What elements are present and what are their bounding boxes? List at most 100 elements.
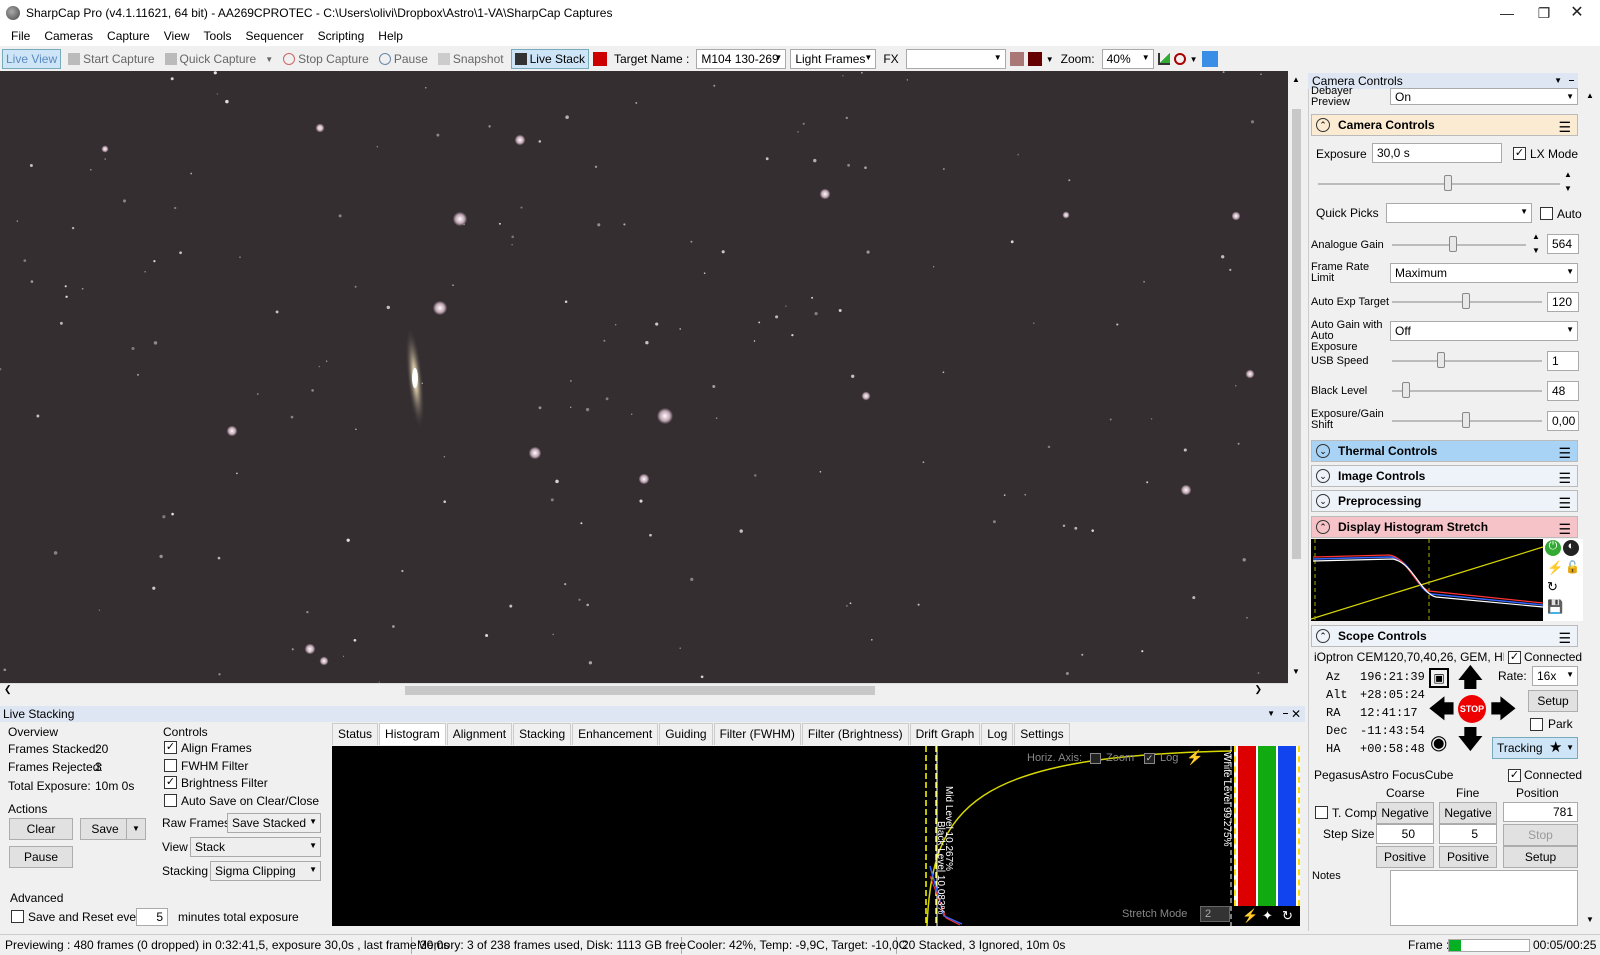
contrast-icon[interactable]: ◐ xyxy=(1563,540,1579,556)
menu-icon[interactable]: ☰ xyxy=(1558,468,1571,488)
menu-view[interactable]: View xyxy=(157,29,197,43)
save-button[interactable]: Save xyxy=(80,818,130,840)
auto-exp-target-thumb[interactable] xyxy=(1462,293,1470,309)
close-icon[interactable]: ✕ xyxy=(1291,706,1301,722)
auto-gain-select[interactable]: Off ▼ xyxy=(1390,321,1578,341)
fine-step-input[interactable]: 5 xyxy=(1439,824,1497,844)
star-icon[interactable]: ✦ xyxy=(1262,908,1273,924)
coarse-negative-button[interactable]: Negative xyxy=(1376,802,1434,824)
image-controls-section[interactable]: ⌄ Image Controls ☰ xyxy=(1311,465,1578,487)
exposure-gain-shift-thumb[interactable] xyxy=(1462,412,1470,428)
stacking-select[interactable]: Sigma Clipping ▼ xyxy=(210,861,321,881)
coarse-positive-button[interactable]: Positive xyxy=(1376,846,1434,868)
flash-icon[interactable]: ⚡ xyxy=(1186,749,1203,766)
scroll-down-icon[interactable]: ▼ xyxy=(1292,667,1300,676)
tab-stacking[interactable]: Stacking xyxy=(513,723,572,745)
coarse-step-input[interactable]: 50 xyxy=(1376,824,1434,844)
pin-icon[interactable]: ⎯ xyxy=(1283,706,1288,722)
pin-icon[interactable] xyxy=(1201,51,1218,67)
view-select[interactable]: Stack ▼ xyxy=(190,837,321,857)
scope-setup-button[interactable]: Setup xyxy=(1528,690,1578,712)
black-level-slider[interactable] xyxy=(1392,390,1542,392)
quick-picks-select[interactable]: ▼ xyxy=(1386,203,1532,223)
menu-file[interactable]: File xyxy=(4,29,37,43)
image-viewer[interactable] xyxy=(0,71,1288,691)
stack-histogram[interactable]: Mid Level 10.267% Black Level 10.083% Wh… xyxy=(332,746,1300,926)
zoom-checkbox[interactable] xyxy=(1090,753,1101,764)
raw-frames-select[interactable]: Save Stacked ▼ xyxy=(227,813,321,833)
brightness-filter-checkbox[interactable]: ✓ xyxy=(164,776,177,789)
analogue-gain-input[interactable]: 564 xyxy=(1547,234,1579,254)
scroll-left-icon[interactable]: ❮ xyxy=(4,684,12,695)
menu-icon[interactable]: ☰ xyxy=(1558,443,1571,463)
zoom-select[interactable]: 40% ▼ xyxy=(1101,49,1154,69)
scroll-down-icon[interactable]: ▼ xyxy=(1586,915,1594,924)
arrow-right-icon[interactable]: 🡆 xyxy=(1490,696,1517,722)
auto-exposure-checkbox[interactable] xyxy=(1540,207,1553,220)
analogue-gain-slider[interactable] xyxy=(1392,244,1526,246)
tab-status[interactable]: Status xyxy=(332,723,379,745)
spin-down-icon[interactable]: ▼ xyxy=(1532,246,1540,255)
auto-save-checkbox[interactable] xyxy=(164,794,177,807)
frame-rate-select[interactable]: Maximum ▼ xyxy=(1390,263,1578,283)
goto-icon[interactable]: ▣ xyxy=(1429,668,1449,688)
tab-drift-graph[interactable]: Drift Graph xyxy=(909,723,981,745)
chevron-down-icon[interactable]: ▼ xyxy=(1190,55,1198,64)
menu-sequencer[interactable]: Sequencer xyxy=(239,29,311,43)
display-histogram-section[interactable]: ⌃ Display Histogram Stretch ☰ xyxy=(1311,516,1578,538)
arrow-left-icon[interactable]: 🡄 xyxy=(1428,696,1455,722)
live-view-button[interactable]: Live View xyxy=(2,49,62,69)
tab-histogram[interactable]: Histogram xyxy=(379,723,446,745)
scroll-up-icon[interactable]: ▲ xyxy=(1586,91,1594,100)
live-stack-button[interactable]: Live Stack xyxy=(510,49,589,69)
menu-scripting[interactable]: Scripting xyxy=(311,29,372,43)
usb-speed-slider[interactable] xyxy=(1392,360,1542,362)
notes-textarea[interactable] xyxy=(1390,870,1578,926)
exposure-gain-shift-input[interactable]: 0,00 xyxy=(1547,411,1579,431)
menu-icon[interactable]: ☰ xyxy=(1558,117,1571,137)
auto-exp-target-input[interactable]: 120 xyxy=(1547,292,1579,312)
menu-capture[interactable]: Capture xyxy=(100,29,157,43)
save-reset-checkbox[interactable] xyxy=(11,910,24,923)
exposure-slider[interactable] xyxy=(1318,183,1560,185)
magnifier-icon[interactable] xyxy=(1173,53,1186,65)
spin-down-icon[interactable]: ▼ xyxy=(1564,184,1572,193)
focuser-setup-button[interactable]: Setup xyxy=(1503,846,1578,868)
camera-controls-section[interactable]: ⌃ Camera Controls ☰ xyxy=(1311,114,1578,136)
log-checkbox[interactable]: ✓ xyxy=(1144,753,1155,764)
tab-log[interactable]: Log xyxy=(981,723,1014,745)
fwhm-filter-checkbox[interactable] xyxy=(164,759,177,772)
display-histogram-plot[interactable] xyxy=(1310,539,1544,621)
tab-guiding[interactable]: Guiding xyxy=(659,723,713,745)
menu-icon[interactable]: ☰ xyxy=(1558,493,1571,513)
flash-icon[interactable]: ⚡ xyxy=(1547,560,1563,576)
spin-up-icon[interactable]: ▲ xyxy=(1564,170,1572,179)
menu-icon[interactable]: ☰ xyxy=(1558,628,1571,648)
record-icon[interactable] xyxy=(592,52,607,66)
histogram-icon[interactable] xyxy=(1157,53,1170,65)
rate-select[interactable]: 16x ▼ xyxy=(1532,666,1578,686)
tab-alignment[interactable]: Alignment xyxy=(446,723,513,745)
reticle-icon[interactable] xyxy=(1009,52,1024,66)
tab-filter-fwhm[interactable]: Filter (FWHM) xyxy=(713,723,801,745)
color-balance-sliders[interactable] xyxy=(1234,746,1300,906)
start-capture-button[interactable]: Start Capture xyxy=(65,50,157,68)
power-icon[interactable]: ⏻ xyxy=(1545,540,1561,556)
scroll-right-icon[interactable]: ❯ xyxy=(1254,684,1262,695)
vertical-scrollbar[interactable]: ▲ ▼ xyxy=(1288,71,1305,683)
fine-positive-button[interactable]: Positive xyxy=(1439,846,1497,868)
clear-button[interactable]: Clear xyxy=(9,818,73,840)
save-icon[interactable]: 💾 xyxy=(1547,599,1563,615)
usb-speed-input[interactable]: 1 xyxy=(1547,351,1579,371)
tab-filter-brightness[interactable]: Filter (Brightness) xyxy=(801,723,909,745)
exposure-slider-thumb[interactable] xyxy=(1444,175,1452,191)
stretch-mode-input[interactable]: 2 xyxy=(1200,906,1230,922)
exposure-input[interactable]: 30,0 s xyxy=(1372,143,1502,163)
snapshot-button[interactable]: Snapshot xyxy=(435,50,507,68)
tab-enhancement[interactable]: Enhancement xyxy=(572,723,659,745)
arrow-up-icon[interactable]: 🡅 xyxy=(1457,664,1484,690)
fx-select[interactable]: ▼ xyxy=(905,49,1006,69)
focuser-position-input[interactable]: 781 xyxy=(1503,802,1578,822)
crosshair-icon[interactable] xyxy=(1027,52,1042,66)
target-name-input[interactable]: M104 130-269 ▼ xyxy=(696,49,787,69)
